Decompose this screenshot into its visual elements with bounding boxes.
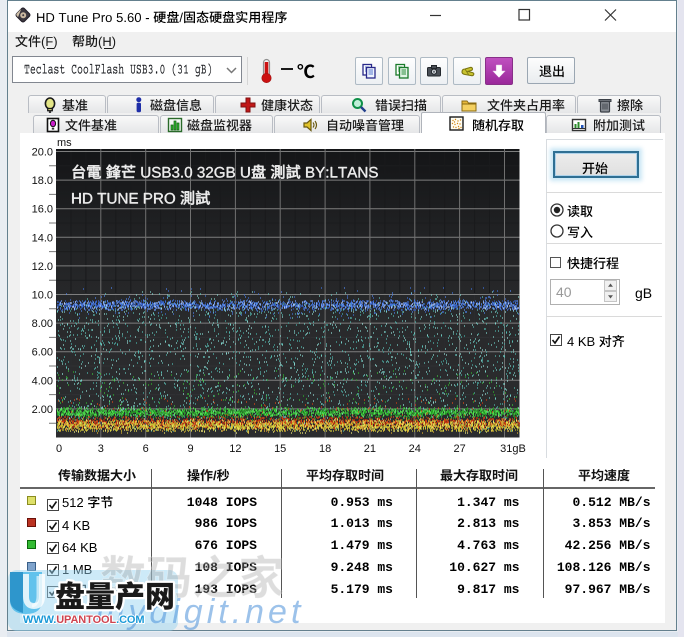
svg-text:3: 3 (98, 443, 104, 455)
svg-text:21: 21 (364, 443, 376, 455)
svg-text:ms: ms (57, 137, 72, 149)
svg-text:0: 0 (56, 443, 62, 455)
svg-text:16.0: 16.0 (32, 204, 53, 216)
svg-text:12: 12 (229, 443, 241, 455)
svg-text:9: 9 (187, 443, 193, 455)
svg-text:6.00: 6.00 (32, 347, 53, 359)
svg-text:18.0: 18.0 (32, 175, 53, 187)
svg-text:4.00: 4.00 (32, 375, 53, 387)
svg-text:15: 15 (274, 443, 286, 455)
svg-text:12.0: 12.0 (32, 261, 53, 273)
svg-text:20.0: 20.0 (32, 147, 53, 159)
svg-text:6: 6 (143, 443, 149, 455)
svg-text:18: 18 (319, 443, 331, 455)
svg-text:27: 27 (453, 443, 465, 455)
svg-text:8.00: 8.00 (32, 318, 53, 330)
svg-text:31gB: 31gB (500, 443, 526, 455)
svg-text:24: 24 (409, 443, 421, 455)
svg-text:2.00: 2.00 (32, 404, 53, 416)
svg-text:14.0: 14.0 (32, 232, 53, 244)
svg-text:10.0: 10.0 (32, 290, 53, 302)
